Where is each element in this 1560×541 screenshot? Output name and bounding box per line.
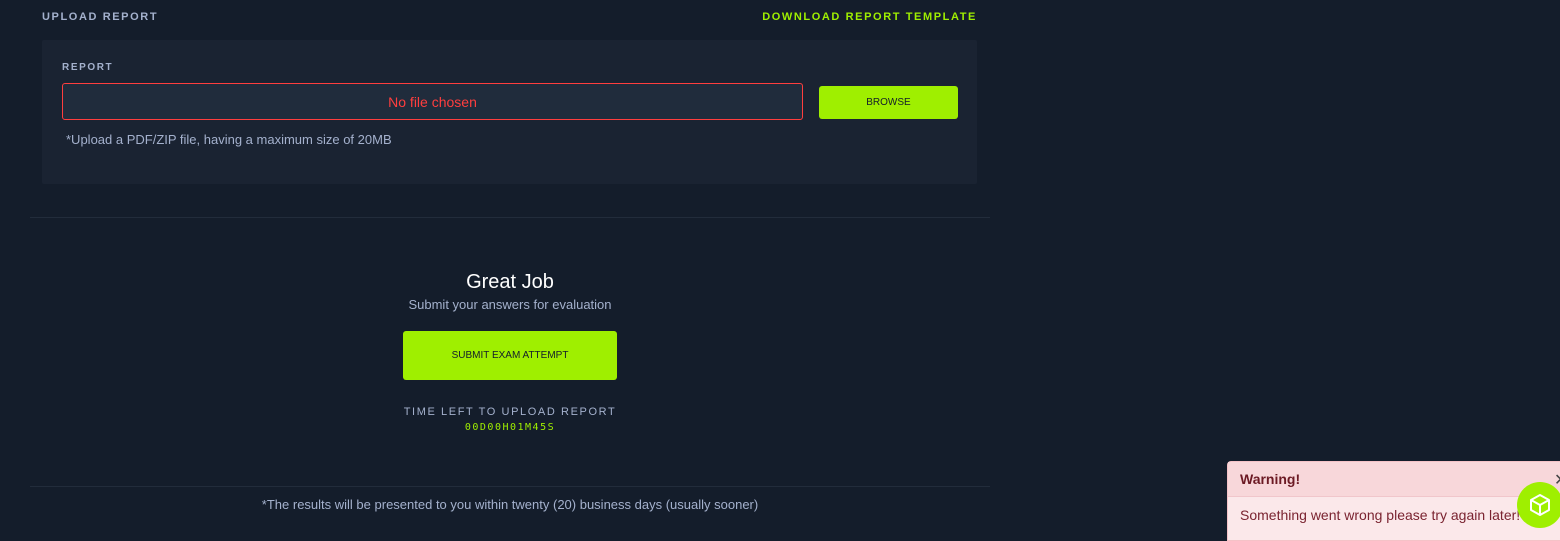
submit-subheading: Submit your answers for evaluation <box>408 297 612 312</box>
page: UPLOAD REPORT DOWNLOAD REPORT TEMPLATE R… <box>0 0 1560 541</box>
toast-title: Warning! <box>1228 462 1560 497</box>
report-field-label: REPORT <box>62 62 114 73</box>
divider <box>30 217 990 218</box>
great-job-heading: Great Job <box>466 271 554 293</box>
time-left-value: 00D00H01M45S <box>464 422 556 433</box>
upload-report-title: UPLOAD REPORT <box>42 11 159 23</box>
browse-button[interactable]: BROWSE <box>819 86 958 119</box>
download-template-link[interactable]: DOWNLOAD REPORT TEMPLATE <box>762 11 977 23</box>
time-left-label: TIME LEFT TO UPLOAD REPORT <box>403 406 617 418</box>
upload-card: REPORT No file chosen BROWSE *Upload a P… <box>42 40 977 184</box>
results-note: *The results will be presented to you wi… <box>261 497 759 512</box>
submit-exam-button[interactable]: SUBMIT EXAM ATTEMPT <box>403 331 617 380</box>
divider <box>30 486 990 487</box>
cube-icon <box>1530 494 1550 516</box>
warning-toast: Warning! Something went wrong please try… <box>1227 461 1560 541</box>
report-file-input[interactable]: No file chosen <box>62 83 803 120</box>
help-fab-button[interactable] <box>1517 482 1560 528</box>
upload-help-text: *Upload a PDF/ZIP file, having a maximum… <box>66 132 392 147</box>
toast-message: Something went wrong please try again la… <box>1240 507 1521 523</box>
